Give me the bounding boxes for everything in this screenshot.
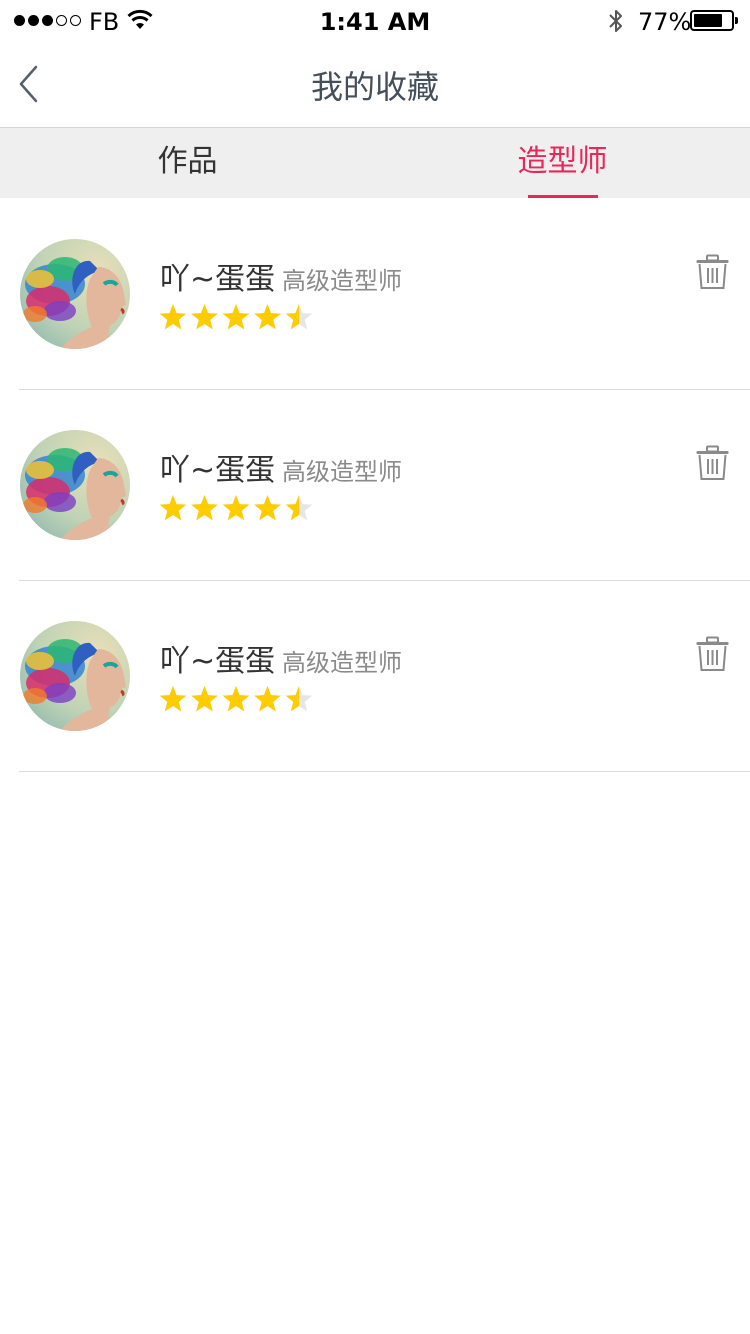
divider <box>19 771 750 772</box>
star-rating <box>159 495 313 521</box>
trash-icon[interactable] <box>695 445 730 481</box>
star-filled-icon <box>254 686 281 712</box>
navigation-bar: 我的收藏 <box>0 40 750 128</box>
star-filled-icon <box>159 686 187 712</box>
star-filled-icon <box>159 495 187 521</box>
star-filled-icon <box>254 495 281 521</box>
list-item[interactable]: 吖~蛋蛋 高级造型师 <box>0 581 750 772</box>
trash-icon[interactable] <box>695 636 730 672</box>
list-item[interactable]: 吖~蛋蛋 高级造型师 <box>0 199 750 390</box>
bluetooth-icon <box>609 10 622 32</box>
star-filled-icon <box>254 304 281 330</box>
star-filled-icon <box>222 686 250 712</box>
stylist-title: 高级造型师 <box>282 267 402 295</box>
active-tab-indicator <box>528 195 598 198</box>
avatar <box>20 430 130 540</box>
trash-icon[interactable] <box>695 254 730 290</box>
star-filled-icon <box>191 495 218 521</box>
stylist-title: 高级造型师 <box>282 649 402 677</box>
star-rating <box>159 304 313 330</box>
tab-works[interactable]: 作品 <box>0 128 375 198</box>
star-filled-icon <box>222 304 250 330</box>
star-rating <box>159 686 313 712</box>
star-filled-icon <box>191 304 218 330</box>
page-title: 我的收藏 <box>310 68 439 106</box>
stylist-name: 吖~蛋蛋 <box>160 644 276 679</box>
stylist-name: 吖~蛋蛋 <box>160 262 276 297</box>
star-filled-icon <box>191 686 218 712</box>
stylist-title: 高级造型师 <box>282 458 402 486</box>
status-bar: FB 1:41 AM 77% <box>0 0 750 40</box>
tab-bar: 作品 造型师 <box>0 128 750 198</box>
avatar <box>20 621 130 731</box>
avatar <box>20 239 130 349</box>
battery-icon <box>690 10 738 31</box>
list-item[interactable]: 吖~蛋蛋 高级造型师 <box>0 390 750 581</box>
battery-percentage: 77% <box>638 8 692 36</box>
star-filled-icon <box>159 304 187 330</box>
stylist-name: 吖~蛋蛋 <box>160 453 276 488</box>
star-filled-icon <box>222 495 250 521</box>
tab-stylists[interactable]: 造型师 <box>375 128 750 198</box>
